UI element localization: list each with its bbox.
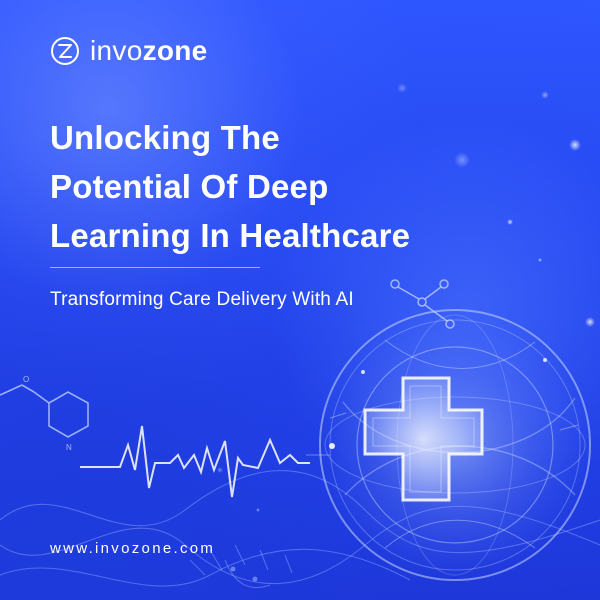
website-url: www.invozone.com xyxy=(50,540,216,557)
brand-name-bold: zone xyxy=(142,35,208,66)
brand-name-light: invo xyxy=(90,35,143,66)
heartbeat-line-icon xyxy=(80,425,310,498)
headline-line-2: Potential Of Deep xyxy=(50,168,329,205)
divider xyxy=(50,267,260,268)
headline-line-3: Learning In Healthcare xyxy=(50,217,411,254)
headline-line-1: Unlocking The xyxy=(50,119,280,156)
subtitle: Transforming Care Delivery With AI xyxy=(50,289,354,310)
social-banner: N O invozone Unlocking The Potential Of … xyxy=(0,0,600,600)
svg-text:O: O xyxy=(23,375,29,384)
brand-name: invozone xyxy=(90,37,208,65)
headline: Unlocking The Potential Of Deep Learning… xyxy=(50,113,510,260)
molecule-icon: N O xyxy=(0,375,89,452)
brand-logo: invozone xyxy=(50,36,208,66)
invozone-logo-icon xyxy=(51,37,79,65)
svg-text:N: N xyxy=(66,443,72,452)
